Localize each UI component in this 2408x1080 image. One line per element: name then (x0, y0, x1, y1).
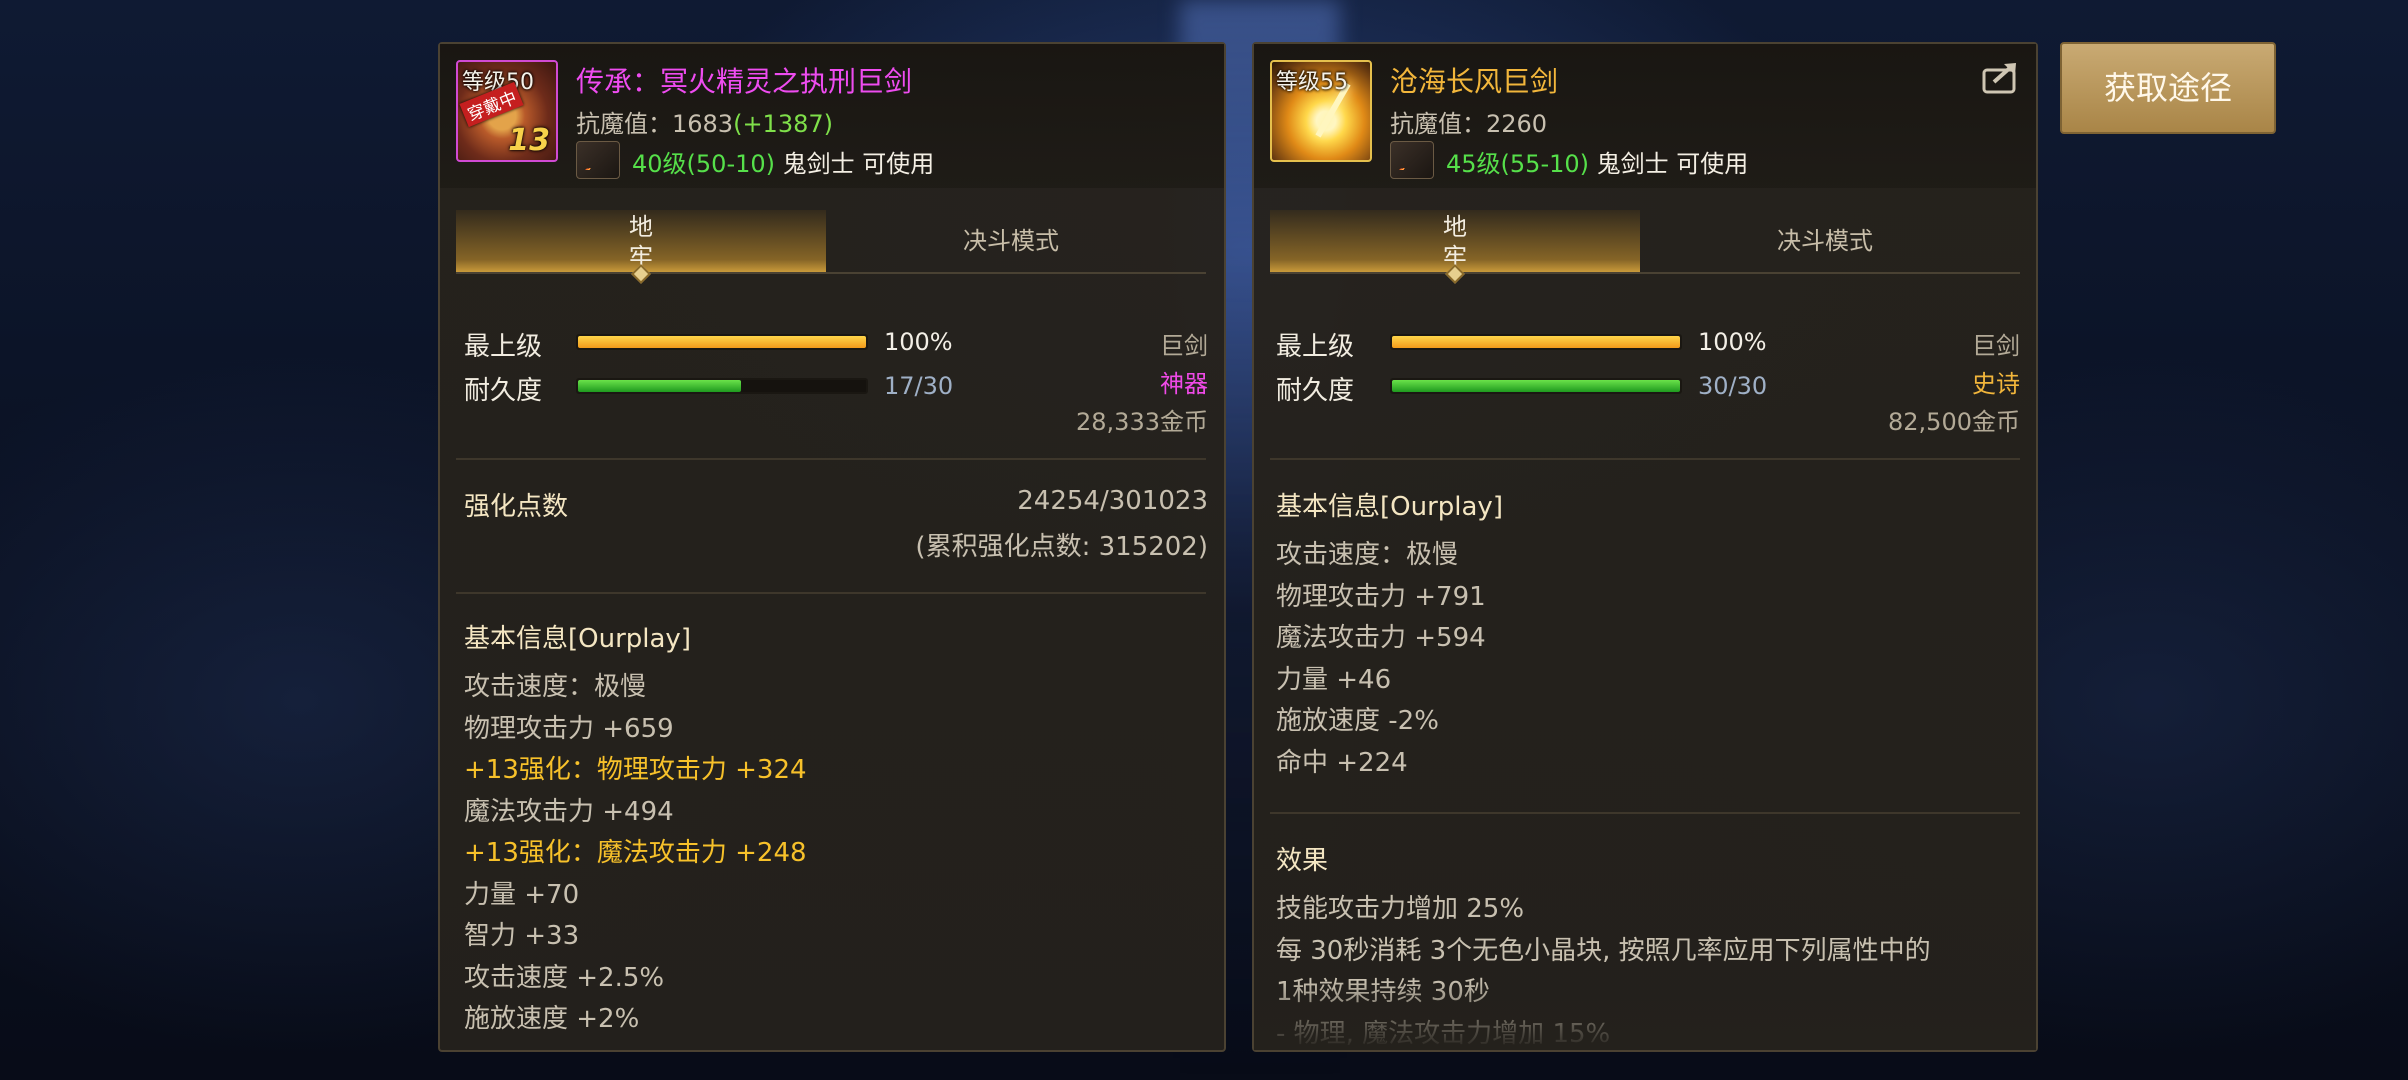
rarity-label: 神器 (1160, 370, 1208, 398)
stat-line: 命中 +224 (1276, 747, 1408, 778)
durability-label: 耐久度 (464, 376, 543, 406)
max-grade-fill (1392, 336, 1680, 348)
effect-line: 每 30秒消耗 3个无色小晶块, 按照几率应用下列属性中的 (1276, 935, 1931, 966)
stat-line: 物理攻击力 +659 (464, 713, 674, 744)
requirement-line: 40级(50-10) 鬼剑士 可使用 (632, 144, 934, 179)
item-tooltip-compare: 等级55 沧海长风巨剑 抗魔值：2260 45级(55-10) 鬼剑士 可使用 … (1252, 42, 2038, 1052)
stat-line: 攻击速度：极慢 (464, 672, 647, 702)
stat-line: 攻击速度 +2.5% (464, 962, 665, 993)
required-class: 鬼剑士 可使用 (782, 150, 935, 178)
scroll-fade (1254, 980, 2036, 1050)
price-label: 82,500金币 (1888, 408, 2020, 436)
item-title: 沧海长风巨剑 (1390, 65, 1559, 98)
stat-line: 魔法攻击力 +494 (464, 796, 674, 827)
magic-resist: 抗魔值：2260 (1390, 110, 1548, 138)
tab-dungeon-label: 地牢 (1443, 213, 1467, 271)
stat-line: +13强化：物理攻击力 +324 (464, 755, 807, 785)
durability-value: 17/30 (884, 372, 954, 400)
stat-line: 力量 +46 (1276, 664, 1392, 695)
stat-line: 物理攻击力 +791 (1276, 581, 1486, 612)
share-icon[interactable] (1982, 60, 2022, 94)
divider (1270, 458, 2020, 460)
divider (456, 458, 1206, 460)
enhance-badge: 13 (508, 123, 550, 158)
stat-line: 施放速度 -2% (1276, 706, 1439, 736)
durability-label: 耐久度 (1276, 376, 1355, 406)
tab-dungeon-label: 地牢 (629, 213, 653, 271)
basic-info-title: 基本信息[Ourplay] (1276, 492, 1503, 522)
max-grade-bar (576, 334, 868, 350)
stat-line: 智力 +33 (464, 921, 580, 951)
tab-duel[interactable]: 决斗模式 (826, 210, 1196, 272)
durability-value: 30/30 (1698, 372, 1768, 400)
durability-bar (1390, 378, 1682, 394)
acquire-route-button[interactable]: 获取途径 (2060, 42, 2276, 134)
stat-line: 力量 +70 (464, 879, 580, 910)
divider (456, 592, 1206, 594)
item-level-tag: 等级55 (1276, 70, 1348, 95)
max-grade-label: 最上级 (464, 332, 543, 362)
required-level: 40级(50-10) (632, 150, 776, 178)
requirement-line: 45级(55-10) 鬼剑士 可使用 (1446, 144, 1748, 179)
mode-tabs: 地牢 决斗模式 (456, 210, 1206, 284)
max-grade-fill (578, 336, 866, 348)
effect-line: 技能攻击力增加 25% (1276, 894, 1525, 924)
item-title: 传承：冥火精灵之执刑巨剑 (576, 65, 913, 98)
magic-resist-value: 抗魔值：1683 (576, 110, 734, 138)
required-level: 45级(55-10) (1446, 150, 1590, 178)
enhance-points-total: (累积强化点数: 315202) (915, 532, 1208, 562)
mode-tabs: 地牢 决斗模式 (1270, 210, 2020, 284)
stat-line: 魔法攻击力 +594 (1276, 623, 1486, 653)
slayer-class-icon (1390, 141, 1434, 179)
magic-resist-bonus: (+1387) (733, 110, 833, 138)
stat-line: +13强化：魔法攻击力 +248 (464, 838, 807, 868)
effect-title: 效果 (1276, 846, 1329, 876)
item-header: 等级50 穿戴中 13 传承：冥火精灵之执刑巨剑 抗魔值：1683(+1387)… (440, 44, 1224, 188)
enhance-points-value: 24254/301023 (1017, 486, 1208, 516)
durability-fill (1392, 380, 1680, 392)
basic-info-title: 基本信息[Ourplay] (464, 624, 691, 654)
weapon-icon-left[interactable]: 等级50 穿戴中 13 (456, 60, 558, 162)
enhance-points-label: 强化点数 (464, 492, 569, 522)
max-grade-label: 最上级 (1276, 332, 1355, 362)
weapon-icon-right[interactable]: 等级55 (1270, 60, 1372, 162)
slayer-class-icon (576, 141, 620, 179)
price-label: 28,333金币 (1076, 408, 1208, 436)
tab-duel[interactable]: 决斗模式 (1640, 210, 2010, 272)
stat-line: 施放速度 +2% (464, 1004, 640, 1034)
required-class: 鬼剑士 可使用 (1596, 150, 1749, 178)
tab-dungeon[interactable]: 地牢 (456, 210, 826, 284)
max-grade-value: 100% (884, 328, 953, 356)
item-header: 等级55 沧海长风巨剑 抗魔值：2260 45级(55-10) 鬼剑士 可使用 (1254, 44, 2036, 188)
tab-dungeon[interactable]: 地牢 (1270, 210, 1640, 284)
divider (1270, 812, 2020, 814)
max-grade-bar (1390, 334, 1682, 350)
weapon-type: 巨剑 (1972, 332, 2020, 360)
magic-resist: 抗魔值：1683(+1387) (576, 104, 833, 139)
durability-bar (576, 378, 868, 394)
max-grade-value: 100% (1698, 328, 1767, 356)
durability-fill (578, 380, 742, 392)
rarity-label: 史诗 (1972, 370, 2020, 398)
stat-line: 攻击速度：极慢 (1276, 540, 1459, 570)
weapon-type: 巨剑 (1160, 332, 1208, 360)
item-tooltip-equipped: 等级50 穿戴中 13 传承：冥火精灵之执刑巨剑 抗魔值：1683(+1387)… (438, 42, 1226, 1052)
